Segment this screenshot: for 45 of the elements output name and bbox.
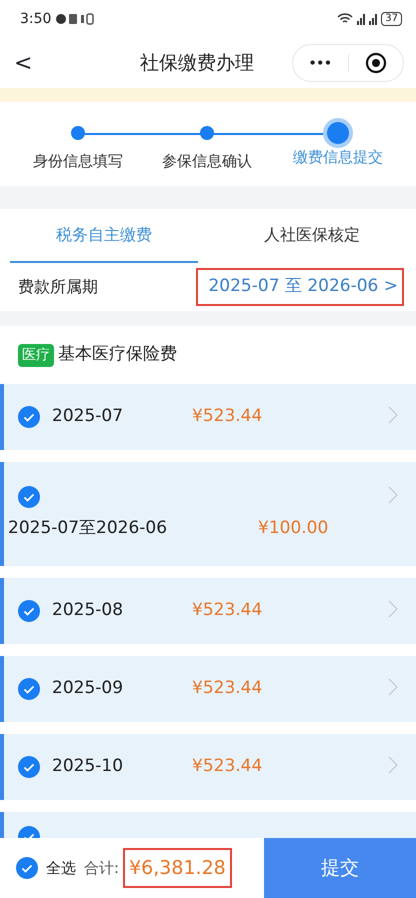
total-amount: ¥6,381.28 <box>123 848 232 888</box>
status-time: 3:50 <box>20 10 52 28</box>
chevron-icon <box>388 756 398 774</box>
payment-row[interactable]: 2025-08 ¥523.44 <box>0 578 416 644</box>
page-title: 社保缴费办理 <box>139 50 256 76</box>
checked-checkbox[interactable] <box>18 756 40 778</box>
wifi-icon <box>337 13 354 25</box>
more-button[interactable]: ••• <box>293 54 348 72</box>
checked-checkbox[interactable] <box>16 857 38 879</box>
category-tag: 医疗 <box>18 344 54 366</box>
amount-text: ¥523.44 <box>192 677 262 700</box>
signal-icon <box>357 14 366 24</box>
payment-row[interactable]: 2025-07至2026-06 ¥100.00 <box>0 462 416 566</box>
section-title: 基本医疗保险费 <box>58 343 177 366</box>
step-label: 缴费信息提交 <box>292 147 384 168</box>
amount-text: ¥100.00 <box>258 517 328 540</box>
chevron-icon <box>388 486 398 504</box>
period-text: 2025-07 <box>52 405 124 428</box>
payment-row[interactable]: 2025-09 ¥523.44 <box>0 656 416 722</box>
total-label: 合计: <box>84 858 120 879</box>
period-text: 2025-10 <box>52 755 124 778</box>
payment-row[interactable]: 2025-07 ¥523.44 <box>0 384 416 450</box>
step-label: 参保信息确认 <box>161 151 253 172</box>
period-text: 2025-09 <box>52 677 124 700</box>
checked-checkbox[interactable] <box>18 486 40 508</box>
checked-checkbox[interactable] <box>18 678 40 700</box>
back-button[interactable]: < <box>14 46 32 80</box>
field-label: 费款所属期 <box>18 276 98 298</box>
checked-checkbox[interactable] <box>18 406 40 428</box>
amount-text: ¥523.44 <box>192 599 262 622</box>
chevron-icon <box>388 406 398 424</box>
period-picker[interactable]: 2025-07 至 2026-06 > <box>196 268 404 306</box>
chevron-icon <box>388 678 398 696</box>
select-all-label: 全选 <box>46 858 76 879</box>
period-text: 2025-07至2026-06 <box>8 517 168 540</box>
step-label: 身份信息填写 <box>32 151 124 172</box>
amount-text: ¥523.44 <box>192 405 262 428</box>
checked-checkbox[interactable] <box>18 600 40 622</box>
chevron-icon <box>388 600 398 618</box>
period-text: 2025-08 <box>52 599 124 622</box>
capsule-menu[interactable]: ••• <box>292 44 404 82</box>
signal-icon <box>369 14 378 24</box>
battery-level: 37 <box>381 12 402 26</box>
payment-row[interactable]: 2025-10 ¥523.44 <box>0 734 416 800</box>
amount-text: ¥523.44 <box>192 755 262 778</box>
